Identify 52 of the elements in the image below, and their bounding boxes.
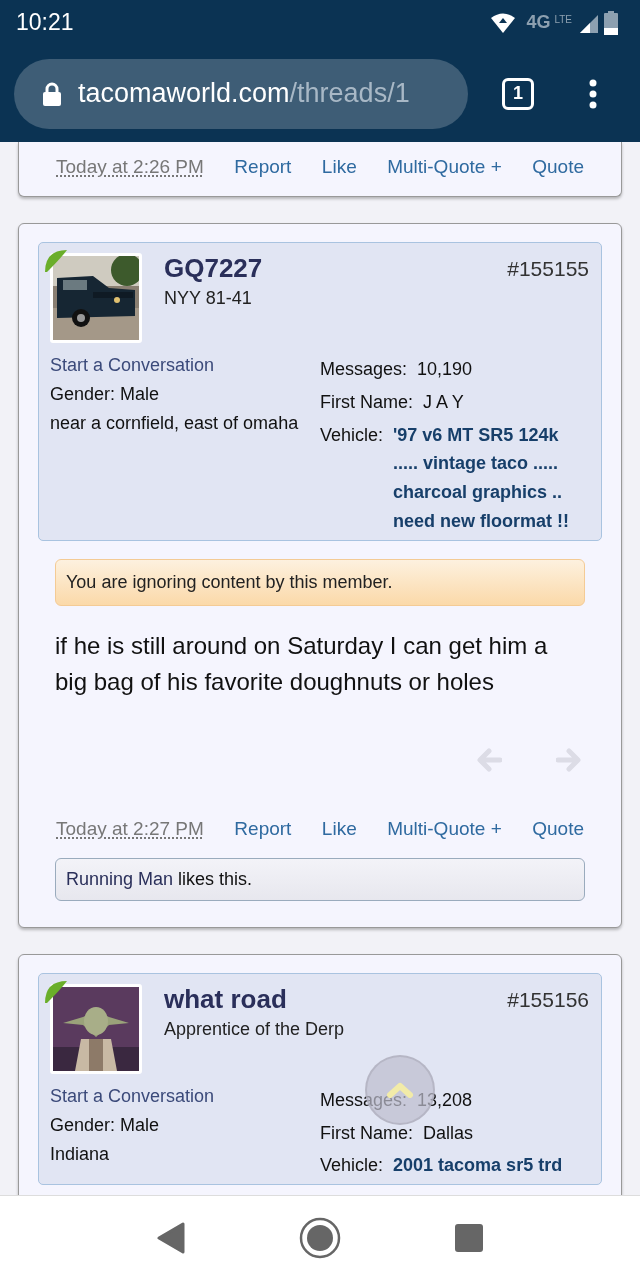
ignored-notice: You are ignoring content by this member. <box>55 558 585 606</box>
status-corner-icon <box>45 250 67 272</box>
stat-value: Dallas <box>423 1121 474 1145</box>
status-corner-icon <box>45 980 67 1003</box>
address-bar[interactable]: tacomaworld.com/threads/1 <box>14 58 468 129</box>
stat-value: 13,208 <box>417 1088 473 1112</box>
post-time[interactable]: Today at 2:26 PM <box>56 156 204 178</box>
stat-value: J A Y <box>423 390 464 414</box>
stat-label: First Name: <box>320 1122 413 1145</box>
battery-icon <box>604 10 618 35</box>
stat-label: Vehicle: <box>320 1155 384 1178</box>
stat-label: First Name: <box>320 391 413 414</box>
start-conversation-link[interactable]: Start a Conversation <box>50 355 320 376</box>
stat-label: Messages: <box>320 359 408 381</box>
liker-link[interactable]: Running Man <box>66 868 174 889</box>
user-title: NYY 81-41 <box>164 288 253 309</box>
url-text: tacomaworld.com/threads/1 <box>78 78 410 109</box>
vehicle-link[interactable]: '97 v6 MT SR5 124k ..... vintage taco ..... charcoal graphics .. need new floormat !! <box>393 420 584 536</box>
post-number[interactable]: #155156 <box>507 987 589 1012</box>
stat-label: Messages: <box>320 1089 408 1112</box>
post-action-link[interactable]: Multi-Quote + <box>387 156 502 178</box>
post-action-link[interactable]: Report <box>234 817 292 840</box>
location-text: near a cornfield, east of omaha <box>50 413 300 434</box>
post-action-link[interactable]: Report <box>234 156 292 178</box>
stat-label: Vehicle: <box>320 424 384 447</box>
post-time[interactable]: Today at 2:27 PM <box>56 817 204 840</box>
post-number[interactable]: #155155 <box>507 257 589 281</box>
back-icon[interactable] <box>157 1222 185 1254</box>
post-action-link[interactable]: Quote <box>532 817 584 840</box>
likes-text: Running Man likes this. <box>66 868 253 889</box>
tab-count-button[interactable]: 1 <box>502 77 534 110</box>
post-message: if he is still around on Saturday I can get him a big bag of his favorite doughnuts or holes <box>55 630 549 697</box>
post-action-link[interactable]: Quote <box>532 156 584 178</box>
clock: 10:21 <box>16 9 74 36</box>
username[interactable]: GQ7227 <box>164 253 508 284</box>
user-title: Apprentice of the Derp <box>164 1018 346 1040</box>
gender-text: Gender: Male <box>50 1114 161 1136</box>
network-subtype: LTE <box>554 14 572 25</box>
gender-text: Gender: Male <box>50 384 161 405</box>
stat-value: 10,190 <box>417 358 473 381</box>
username[interactable]: what road <box>164 983 508 1015</box>
home-icon[interactable] <box>299 1217 341 1259</box>
post-action-link[interactable]: Like <box>321 156 357 178</box>
lock-icon <box>42 81 62 106</box>
start-conversation-link[interactable]: Start a Conversation <box>50 1085 320 1107</box>
post-action-link[interactable]: Multi-Quote + <box>387 817 502 840</box>
menu-icon[interactable] <box>588 78 598 109</box>
wifi-icon <box>490 11 517 34</box>
vehicle-link[interactable]: 2001 tacoma sr5 trd <box>393 1151 584 1181</box>
location-text: Indiana <box>50 1143 111 1165</box>
post-action-link[interactable]: Like <box>321 817 357 840</box>
network-type: 4G <box>526 12 551 33</box>
